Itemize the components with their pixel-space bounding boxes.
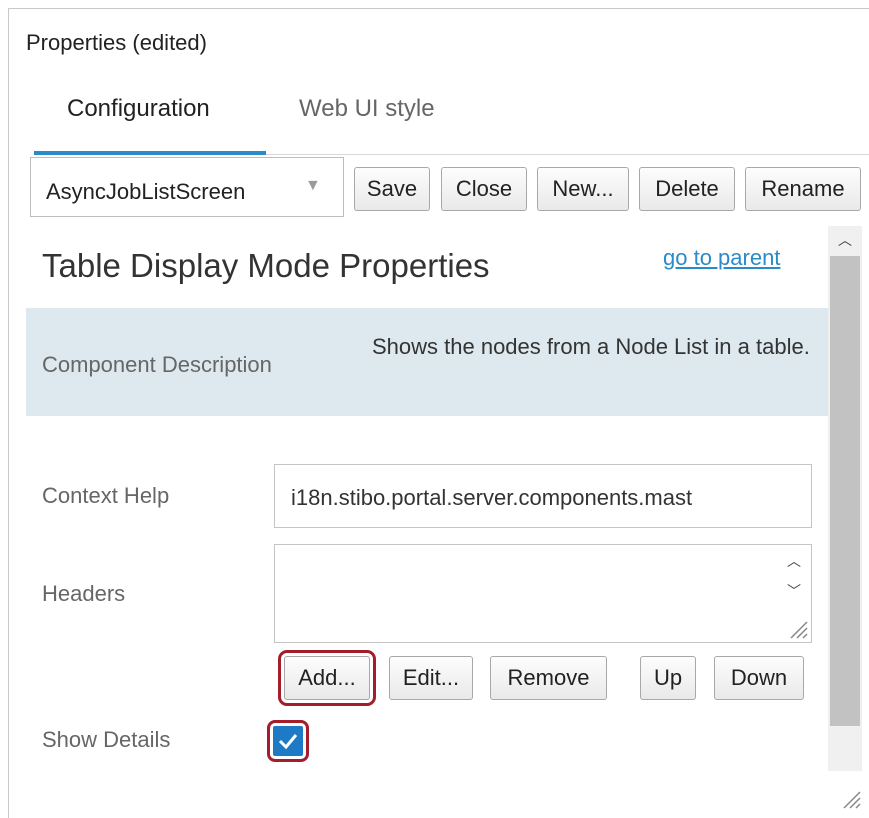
show-details-label: Show Details: [42, 727, 171, 752]
component-description-row: Component Description Shows the nodes fr…: [26, 308, 828, 416]
headers-label: Headers: [42, 581, 126, 606]
resize-grip-icon[interactable]: [836, 784, 862, 810]
context-help-label: Context Help: [42, 483, 170, 508]
rename-button[interactable]: Rename: [745, 167, 861, 211]
save-button[interactable]: Save: [354, 167, 430, 211]
active-tab-indicator: [34, 151, 266, 155]
section-title: Table Display Mode Properties: [42, 247, 490, 284]
component-description-label: Component Description: [42, 352, 272, 377]
chevron-up-icon[interactable]: ︿: [787, 551, 801, 571]
window-title: Properties (edited): [26, 30, 207, 55]
screen-select-value: AsyncJobListScreen: [46, 179, 246, 204]
chevron-down-icon[interactable]: ﹀: [787, 581, 801, 601]
edit-header-button[interactable]: Edit...: [389, 656, 473, 700]
move-down-button[interactable]: Down: [714, 656, 804, 700]
context-help-value: i18n.stibo.portal.server.components.mast: [291, 485, 693, 510]
scrollbar-thumb[interactable]: [830, 256, 860, 726]
delete-button[interactable]: Delete: [639, 167, 735, 211]
new-button[interactable]: New...: [537, 167, 629, 211]
component-description-text: Shows the nodes from a Node List in a ta…: [372, 334, 810, 359]
screen-select[interactable]: AsyncJobListScreen ▼: [30, 157, 344, 217]
checkmark-icon: [278, 734, 298, 750]
add-header-button[interactable]: Add...: [278, 650, 376, 706]
show-details-checkbox[interactable]: [267, 720, 309, 762]
go-to-parent-link[interactable]: go to parent: [663, 245, 780, 271]
resize-grip-icon[interactable]: [785, 616, 809, 640]
move-up-button[interactable]: Up: [640, 656, 696, 700]
scroll-up-arrow-icon[interactable]: ︿: [828, 226, 862, 254]
headers-textarea[interactable]: ︿ ﹀: [274, 544, 812, 643]
close-button[interactable]: Close: [441, 167, 527, 211]
vertical-scrollbar[interactable]: ︿: [828, 226, 862, 771]
tab-configuration[interactable]: Configuration: [67, 95, 210, 123]
tab-web-ui-style[interactable]: Web UI style: [299, 95, 435, 123]
remove-header-button[interactable]: Remove: [490, 656, 607, 700]
chevron-down-icon: ▼: [305, 177, 321, 194]
context-help-input[interactable]: i18n.stibo.portal.server.components.mast: [274, 464, 812, 528]
